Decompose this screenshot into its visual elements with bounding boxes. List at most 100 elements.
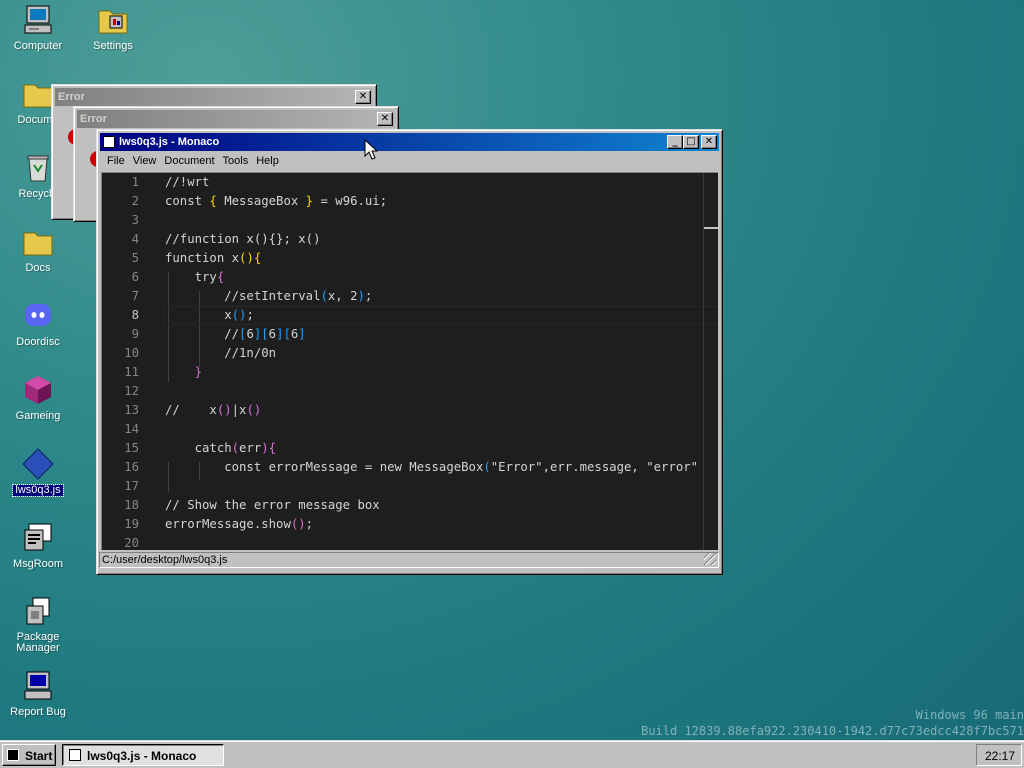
desktop-icon-doordisc[interactable]: Doordisc xyxy=(0,299,76,348)
line-number: 2 xyxy=(131,194,139,208)
code-line[interactable]: 19 errorMessage.show(); xyxy=(102,515,718,534)
code-token: () xyxy=(290,517,306,531)
editor-titlebar[interactable]: lws0q3.js - Monaco _ □ ✕ xyxy=(100,133,719,151)
code-line[interactable]: 3 xyxy=(102,211,718,230)
code-line[interactable]: 16 const errorMessage = new MessageBox("… xyxy=(102,458,718,477)
code-token: // Show the error message box xyxy=(165,498,380,512)
menu-file[interactable]: File xyxy=(103,155,129,167)
line-number: 18 xyxy=(124,498,139,512)
code-line[interactable]: 7 //setInterval(x, 2); xyxy=(102,287,718,306)
code-token: try xyxy=(165,270,217,284)
line-number: 8 xyxy=(131,308,139,322)
code-token: 6 xyxy=(246,327,254,341)
desktop-icon-docs[interactable]: Docs xyxy=(0,225,76,274)
desktop-icon-label: Report Bug xyxy=(10,706,66,718)
desktop-icon-label: Gameing xyxy=(15,410,61,422)
line-number: 13 xyxy=(124,403,139,417)
desktop-icon-label: MsgRoom xyxy=(12,558,64,570)
editor-window[interactable]: lws0q3.js - Monaco _ □ ✕ File View Docum… xyxy=(96,129,723,575)
code-line[interactable]: 14 xyxy=(102,420,718,439)
code-line[interactable]: 5 function x(){ xyxy=(102,249,718,268)
line-number: 9 xyxy=(131,327,139,341)
code-line[interactable]: 9 //[6][6][6] xyxy=(102,325,718,344)
folder-icon xyxy=(21,225,55,259)
code-text: // Show the error message box xyxy=(165,496,380,515)
code-line[interactable]: 13// x()|x() xyxy=(102,401,718,420)
clock[interactable]: 22:17 xyxy=(985,749,1015,763)
desktop-icon-report-bug[interactable]: Report Bug xyxy=(0,669,76,718)
desktop-icon-label: Settings xyxy=(93,40,133,52)
close-button[interactable]: ✕ xyxy=(377,112,393,126)
code-token: { xyxy=(216,270,225,284)
code-token: ) xyxy=(261,441,269,455)
desktop-icon-computer[interactable]: Computer xyxy=(0,3,76,52)
start-button[interactable]: Start xyxy=(2,744,56,766)
discord-icon xyxy=(21,299,55,333)
code-token: ][ xyxy=(253,327,269,341)
status-file-path: C:/user/desktop/lws0q3.js xyxy=(102,554,228,566)
line-number: 11 xyxy=(124,365,139,379)
code-token: () xyxy=(231,308,247,322)
desktop-icon-package-manager[interactable]: Package Manager xyxy=(0,595,76,654)
maximize-button[interactable]: □ xyxy=(683,135,699,149)
code-token: ( xyxy=(320,289,328,303)
code-text: } xyxy=(165,363,202,382)
cube-icon xyxy=(21,373,55,407)
error-window-titlebar[interactable]: Error ✕ xyxy=(77,110,395,128)
diamond-file-icon xyxy=(21,447,55,481)
desktop-icon-gameing[interactable]: Gameing xyxy=(0,373,76,422)
code-line[interactable]: 18 // Show the error message box xyxy=(102,496,718,515)
code-token: ] xyxy=(298,327,306,341)
code-line[interactable]: 12 xyxy=(102,382,718,401)
code-token: ; xyxy=(305,517,314,531)
code-token: () xyxy=(239,251,254,265)
msgroom-icon xyxy=(21,521,55,555)
minimize-button[interactable]: _ xyxy=(667,135,683,149)
line-number: 4 xyxy=(131,232,139,246)
code-token: const xyxy=(165,194,210,208)
code-text: const errorMessage = new MessageBox("Err… xyxy=(165,458,698,477)
code-line[interactable]: 6 try{ xyxy=(102,268,718,287)
start-logo-icon xyxy=(7,749,19,761)
desktop-icon-msgroom[interactable]: MsgRoom xyxy=(0,521,76,570)
code-line[interactable]: 1 //!wrt xyxy=(102,173,718,192)
code-line[interactable]: 17 xyxy=(102,477,718,496)
menu-tools[interactable]: Tools xyxy=(219,155,253,167)
desktop-icon-label: Package Manager xyxy=(16,631,60,654)
code-line[interactable]: 4 //function x(){}; x() xyxy=(102,230,718,249)
package-icon xyxy=(21,595,55,629)
code-line[interactable]: 20 xyxy=(102,534,718,550)
desktop-icon-settings[interactable]: Settings xyxy=(75,3,151,52)
code-text: //setInterval(x, 2); xyxy=(165,287,372,306)
code-token: //1n/0n xyxy=(165,346,277,360)
code-line[interactable]: 15 catch(err){ xyxy=(102,439,718,458)
recycle-bin-icon xyxy=(21,151,55,185)
code-line[interactable]: 8 x(); xyxy=(102,306,718,325)
code-line[interactable]: 11 } xyxy=(102,363,718,382)
code-token: ; xyxy=(246,308,254,322)
code-line[interactable]: 2 const { MessageBox } = w96.ui; xyxy=(102,192,718,211)
close-button[interactable]: ✕ xyxy=(355,90,371,104)
desktop-icon-lws0q3[interactable]: lws0q3.js xyxy=(0,447,76,497)
code-token: const errorMessage = new MessageBox xyxy=(165,460,484,474)
code-token: ) xyxy=(357,289,365,303)
desktop-icon-label: Doordisc xyxy=(16,336,60,348)
menu-help[interactable]: Help xyxy=(252,155,283,167)
error-window-titlebar[interactable]: Error ✕ xyxy=(55,88,373,106)
resize-grip-icon[interactable] xyxy=(704,553,716,565)
code-token: { xyxy=(209,194,217,208)
code-text: x(); xyxy=(165,306,254,325)
code-editor[interactable]: 1 //!wrt 2 const { MessageBox } = w96.ui; 3 4… xyxy=(101,172,718,550)
app-icon xyxy=(69,749,81,761)
code-token: function x xyxy=(165,251,240,265)
close-button[interactable]: ✕ xyxy=(701,135,717,149)
code-token: // x xyxy=(165,403,217,417)
menu-document[interactable]: Document xyxy=(160,155,218,167)
code-text: //!wrt xyxy=(165,173,209,192)
folder-icon xyxy=(21,77,55,111)
menu-view[interactable]: View xyxy=(129,155,161,167)
code-token: // xyxy=(165,327,240,341)
taskbar-item-editor[interactable]: lws0q3.js - Monaco xyxy=(62,744,224,766)
code-line[interactable]: 10 //1n/0n xyxy=(102,344,718,363)
